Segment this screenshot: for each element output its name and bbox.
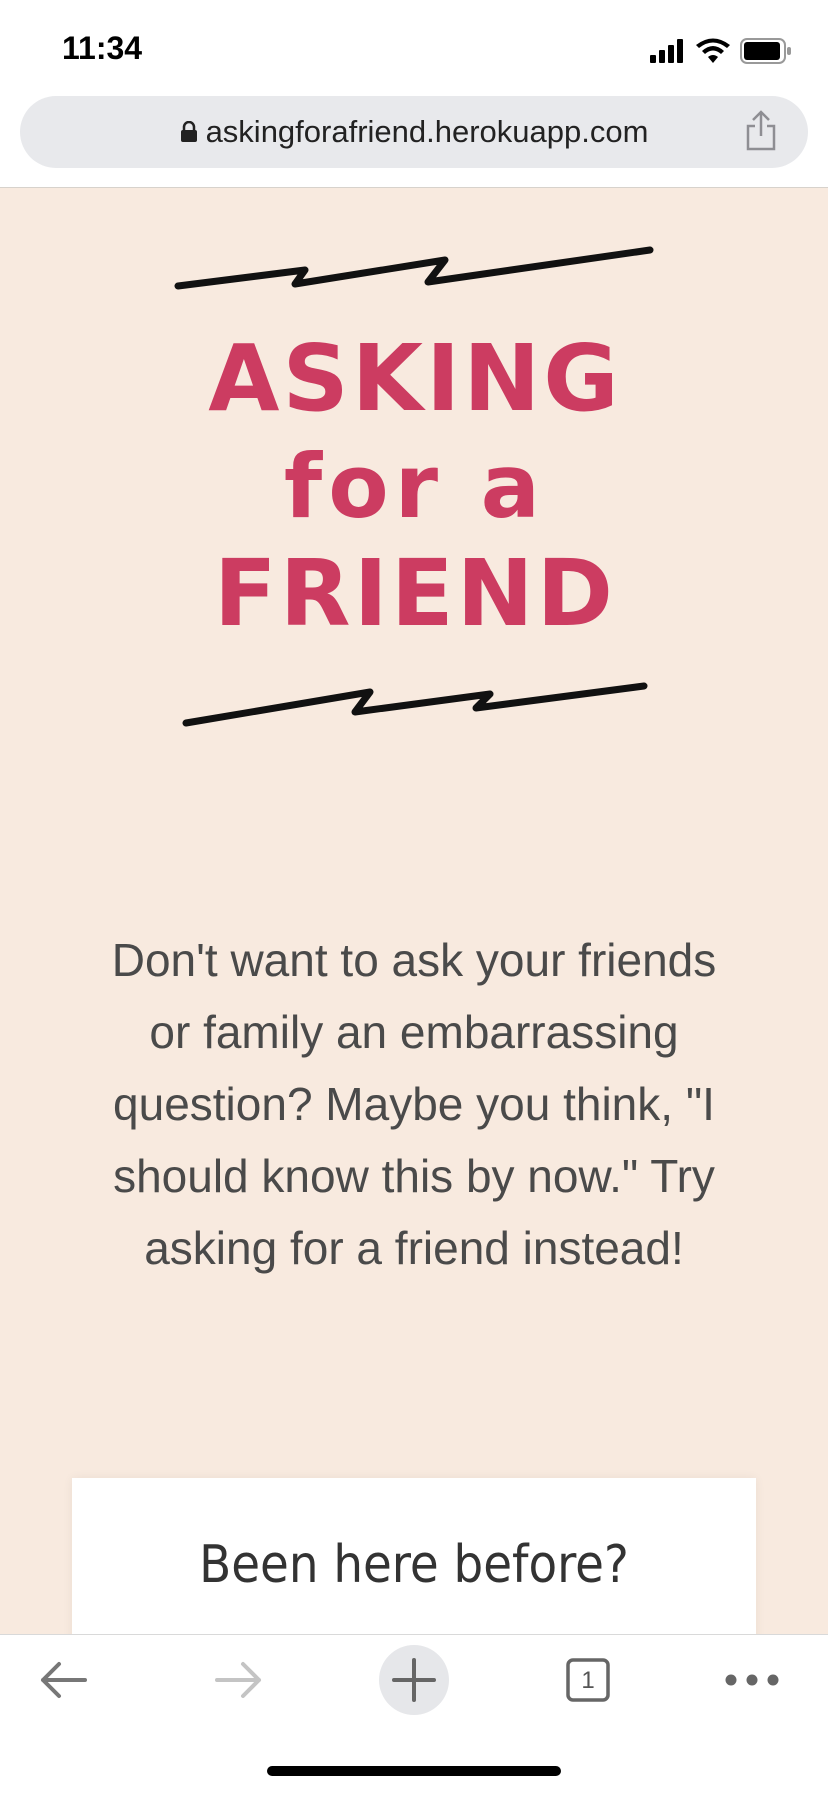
lock-icon	[180, 120, 197, 142]
status-icons	[650, 36, 792, 66]
tabs-icon: 1	[566, 1658, 610, 1702]
intro-text: Don't want to ask your friends or family…	[111, 934, 717, 1274]
logo-line-2: for a	[283, 435, 547, 538]
more-button[interactable]	[712, 1635, 792, 1725]
tab-count: 1	[581, 1667, 595, 1694]
new-tab-button[interactable]	[374, 1635, 454, 1725]
battery-icon	[740, 38, 791, 64]
address-bar[interactable]: askingforafriend.herokuapp.com	[20, 96, 808, 168]
more-icon	[725, 1674, 779, 1686]
cellular-signal-icon	[650, 39, 683, 63]
site-logo[interactable]: ASKING for a FRIEND	[170, 238, 660, 738]
returning-user-card: Been here before?	[72, 1478, 756, 1635]
card-title: Been here before?	[199, 1535, 629, 1595]
status-bar: 11:34	[0, 0, 828, 96]
url-text: askingforafriend.herokuapp.com	[205, 114, 649, 149]
forward-arrow-icon	[215, 1662, 261, 1698]
url-display[interactable]: askingforafriend.herokuapp.com	[20, 114, 808, 150]
wifi-icon	[696, 38, 730, 63]
logo-top-zigzag	[174, 246, 654, 290]
new-tab-plus-icon	[379, 1645, 449, 1715]
share-icon[interactable]	[744, 110, 778, 152]
logo-line-3: FRIEND	[213, 540, 617, 647]
logo-line-1: ASKING	[208, 325, 622, 432]
back-arrow-icon	[41, 1662, 87, 1698]
status-time: 11:34	[62, 30, 143, 66]
tabs-button[interactable]: 1	[548, 1635, 628, 1725]
back-button[interactable]	[24, 1635, 104, 1725]
forward-button[interactable]	[198, 1635, 278, 1725]
home-indicator[interactable]	[267, 1766, 561, 1776]
page-content: ASKING for a FRIEND Don't want to ask yo…	[0, 188, 828, 1635]
logo-bottom-zigzag	[182, 682, 648, 727]
